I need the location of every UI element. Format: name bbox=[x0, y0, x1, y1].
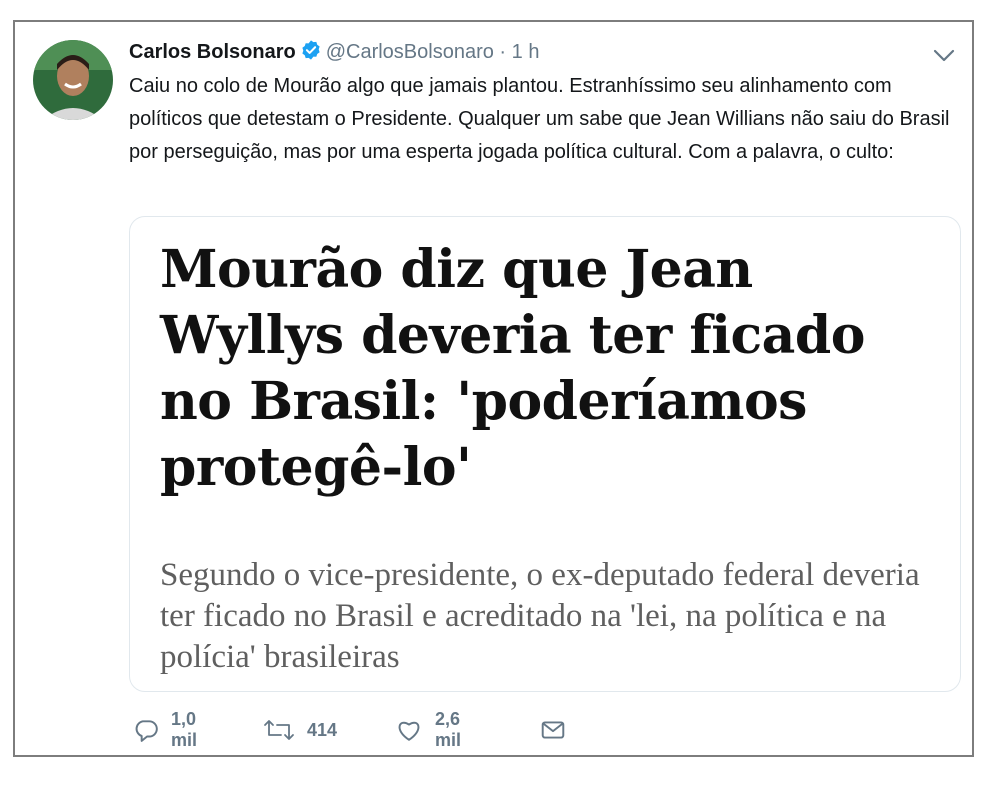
timestamp[interactable]: 1 h bbox=[512, 41, 540, 63]
author-name[interactable]: Carlos Bolsonaro bbox=[129, 41, 296, 63]
tweet-text: Caiu no colo de Mourão algo que jamais p… bbox=[129, 75, 950, 163]
separator-dot: · bbox=[499, 41, 507, 63]
direct-message-icon bbox=[539, 717, 567, 743]
retweet-icon bbox=[263, 717, 295, 743]
like-icon bbox=[395, 717, 423, 743]
verified-badge-icon bbox=[300, 39, 322, 69]
tweet-container: Carlos Bolsonaro @CarlosBolsonaro · 1 h C… bbox=[13, 20, 974, 757]
chevron-down-icon[interactable] bbox=[932, 46, 956, 66]
reply-count: 1,0 mil bbox=[171, 709, 198, 750]
retweet-button[interactable]: 414 bbox=[263, 714, 337, 746]
like-count: 2,6 mil bbox=[435, 709, 462, 750]
card-title: Mourão diz que Jean Wyllys deveria ter f… bbox=[160, 239, 865, 498]
retweet-count: 414 bbox=[307, 719, 338, 740]
like-button[interactable]: 2,6 mil bbox=[395, 709, 461, 750]
card-subtitle: Segundo o vice-presidente, o ex-deputado… bbox=[160, 557, 920, 675]
link-card[interactable]: Mourão diz que Jean Wyllys deveria ter f… bbox=[129, 216, 961, 692]
author-handle[interactable]: @CarlosBolsonaro bbox=[326, 41, 494, 63]
tweet-header: Carlos Bolsonaro @CarlosBolsonaro · 1 h bbox=[129, 38, 539, 69]
reply-button[interactable]: 1,0 mil bbox=[133, 709, 197, 750]
reply-icon bbox=[133, 717, 159, 743]
avatar[interactable] bbox=[33, 40, 113, 120]
direct-message-button[interactable] bbox=[539, 714, 567, 746]
